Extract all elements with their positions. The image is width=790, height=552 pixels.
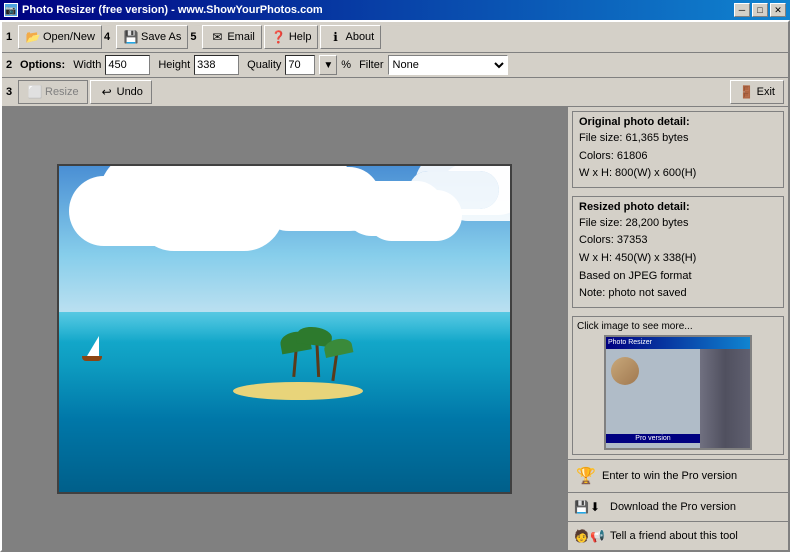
height-label: Height (158, 59, 190, 71)
open-icon: 📂 (25, 29, 41, 45)
step1-label: 1 (6, 31, 16, 43)
resized-file-size: File size: 28,200 bytes (579, 215, 777, 233)
undo-button[interactable]: ↩ Undo (90, 80, 152, 104)
download-icon: 💾⬇ (574, 497, 606, 517)
exit-label: Exit (757, 86, 775, 98)
resized-photo-title: Resized photo detail: (579, 201, 777, 213)
window-title: Photo Resizer (free version) - www.ShowY… (22, 4, 323, 16)
quality-dropdown-button[interactable]: ▼ (319, 55, 337, 75)
pro-area[interactable]: Click image to see more... Photo Resizer… (572, 316, 784, 455)
resize-button[interactable]: ⬜ Resize (18, 80, 88, 104)
island (233, 382, 363, 400)
help-icon: ❓ (271, 29, 287, 45)
open-new-label: Open/New (43, 31, 95, 43)
actions-row: 3 ⬜ Resize ↩ Undo 🚪 Exit (2, 78, 788, 107)
email-label: Email (227, 31, 255, 43)
right-panel: Original photo detail: File size: 61,365… (568, 107, 788, 550)
original-photo-box: Original photo detail: File size: 61,365… (572, 111, 784, 188)
cloud4 (409, 171, 499, 209)
enter-pro-link[interactable]: 🏆 Enter to win the Pro version (568, 459, 788, 492)
save-icon: 💾 (123, 29, 139, 45)
width-label: Width (73, 59, 101, 71)
resized-format: Based on JPEG format (579, 268, 777, 286)
title-bar: 📷 Photo Resizer (free version) - www.Sho… (0, 0, 790, 20)
exit-icon: 🚪 (739, 84, 755, 100)
photo-area (2, 107, 568, 550)
pro-avatar (611, 357, 639, 385)
save-as-button[interactable]: 💾 Save As (116, 25, 188, 49)
save-as-label: Save As (141, 31, 181, 43)
download-label: Download the Pro version (610, 501, 736, 513)
undo-icon: ↩ (99, 84, 115, 100)
resize-label: Resize (45, 86, 79, 98)
step4-label: 4 (104, 31, 114, 43)
pro-badge: Pro version (606, 434, 700, 443)
about-label: About (345, 31, 374, 43)
tell-friend-link[interactable]: 🧑📢 Tell a friend about this tool (568, 521, 788, 550)
pro-tower (700, 349, 750, 448)
cloud1 (89, 181, 209, 231)
content-area: Original photo detail: File size: 61,365… (2, 107, 788, 550)
quality-input[interactable] (285, 55, 315, 75)
enter-icon: 🏆 (574, 464, 598, 488)
exit-button[interactable]: 🚪 Exit (730, 80, 784, 104)
step2-label: 2 (6, 59, 16, 71)
enter-label: Enter to win the Pro version (602, 470, 737, 482)
close-button[interactable]: ✕ (770, 3, 786, 17)
about-icon: ℹ (327, 29, 343, 45)
photo-container[interactable] (57, 164, 512, 494)
pro-screen-title: Photo Resizer (608, 339, 652, 346)
filter-label: Filter (359, 59, 383, 71)
original-file-size: File size: 61,365 bytes (579, 130, 777, 148)
email-icon: ✉ (209, 29, 225, 45)
help-label: Help (289, 31, 312, 43)
step3-label: 3 (6, 86, 16, 98)
help-button[interactable]: ❓ Help (264, 25, 319, 49)
resized-colors: Colors: 37353 (579, 232, 777, 250)
pro-content: Pro version (606, 349, 750, 448)
photo-display (59, 166, 510, 492)
sail (87, 336, 99, 356)
original-photo-title: Original photo detail: (579, 116, 777, 128)
pro-screen: Photo Resizer Pro version (606, 337, 750, 448)
maximize-button[interactable]: □ (752, 3, 768, 17)
filter-select[interactable]: None (388, 55, 508, 75)
original-colors: Colors: 61806 (579, 148, 777, 166)
minimize-button[interactable]: ─ (734, 3, 750, 17)
pro-click-label: Click image to see more... (577, 321, 779, 332)
cloud2 (219, 176, 319, 216)
options-label: Options: (20, 59, 65, 71)
quality-label: Quality (247, 59, 281, 71)
main-window: 1 📂 Open/New 4 💾 Save As 5 ✉ Email ❓ Hel… (0, 20, 790, 552)
original-dimensions: W x H: 800(W) x 600(H) (579, 165, 777, 183)
download-pro-link[interactable]: 💾⬇ Download the Pro version (568, 492, 788, 521)
step5-label: 5 (190, 31, 200, 43)
cloud3 (339, 196, 419, 231)
percent-label: % (341, 59, 351, 71)
pro-left-panel: Pro version (606, 349, 700, 448)
pro-right-panel (700, 349, 750, 448)
resized-photo-box: Resized photo detail: File size: 28,200 … (572, 196, 784, 308)
width-input[interactable] (105, 55, 150, 75)
resized-dimensions: W x H: 450(W) x 338(H) (579, 250, 777, 268)
about-button[interactable]: ℹ About (320, 25, 381, 49)
pro-image-frame[interactable]: Photo Resizer Pro version (604, 335, 752, 450)
pro-screen-bar: Photo Resizer (606, 337, 750, 349)
open-new-button[interactable]: 📂 Open/New (18, 25, 102, 49)
sailboat (82, 336, 102, 361)
app-icon: 📷 (4, 3, 18, 17)
height-input[interactable] (194, 55, 239, 75)
window-controls: ─ □ ✕ (734, 3, 786, 17)
hull (82, 356, 102, 361)
resized-note: Note: photo not saved (579, 285, 777, 303)
email-button[interactable]: ✉ Email (202, 25, 262, 49)
tell-friend-icon: 🧑📢 (574, 526, 606, 546)
toolbar: 1 📂 Open/New 4 💾 Save As 5 ✉ Email ❓ Hel… (2, 22, 788, 53)
options-row: 2 Options: Width Height Quality ▼ % Filt… (2, 53, 788, 78)
undo-label: Undo (117, 86, 143, 98)
tell-friend-label: Tell a friend about this tool (610, 530, 738, 542)
resize-icon: ⬜ (27, 84, 43, 100)
